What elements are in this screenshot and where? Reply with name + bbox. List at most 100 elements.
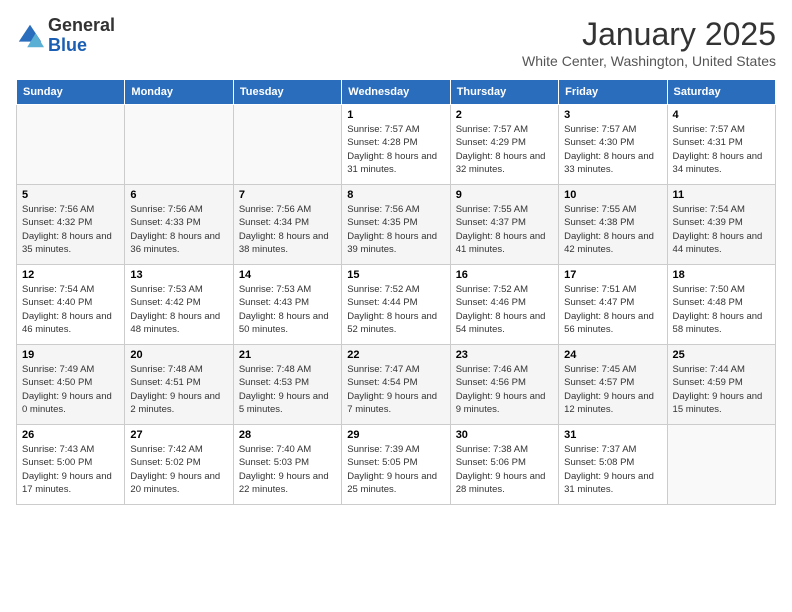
day-info: Sunrise: 7:49 AM Sunset: 4:50 PM Dayligh…: [22, 363, 119, 416]
day-info: Sunrise: 7:52 AM Sunset: 4:46 PM Dayligh…: [456, 283, 553, 336]
day-info: Sunrise: 7:57 AM Sunset: 4:29 PM Dayligh…: [456, 123, 553, 176]
day-info: Sunrise: 7:40 AM Sunset: 5:03 PM Dayligh…: [239, 443, 336, 496]
calendar-week-row: 19 Sunrise: 7:49 AM Sunset: 4:50 PM Dayli…: [17, 345, 776, 425]
day-number: 7: [239, 189, 336, 201]
day-info: Sunrise: 7:50 AM Sunset: 4:48 PM Dayligh…: [673, 283, 770, 336]
day-number: 27: [130, 429, 227, 441]
calendar-cell: 9 Sunrise: 7:55 AM Sunset: 4:37 PM Daylig…: [450, 185, 558, 265]
calendar-cell: 14 Sunrise: 7:53 AM Sunset: 4:43 PM Dayli…: [233, 265, 341, 345]
calendar-cell: 31 Sunrise: 7:37 AM Sunset: 5:08 PM Dayli…: [559, 425, 667, 505]
calendar-cell: 6Sunrise: 7:56 AM Sunset: 4:33 PM Daylig…: [125, 185, 233, 265]
calendar-cell: 22 Sunrise: 7:47 AM Sunset: 4:54 PM Dayli…: [342, 345, 450, 425]
calendar-cell: [667, 425, 775, 505]
day-number: 15: [347, 269, 444, 281]
calendar-cell: 29 Sunrise: 7:39 AM Sunset: 5:05 PM Dayli…: [342, 425, 450, 505]
day-info: Sunrise: 7:43 AM Sunset: 5:00 PM Dayligh…: [22, 443, 119, 496]
day-number: 11: [673, 189, 770, 201]
day-number: 1: [347, 109, 444, 121]
calendar-cell: [233, 105, 341, 185]
weekday-header-row: SundayMondayTuesdayWednesdayThursdayFrid…: [17, 80, 776, 105]
day-number: 12: [22, 269, 119, 281]
calendar-week-row: 26 Sunrise: 7:43 AM Sunset: 5:00 PM Dayli…: [17, 425, 776, 505]
day-number: 22: [347, 349, 444, 361]
day-info: Sunrise: 7:51 AM Sunset: 4:47 PM Dayligh…: [564, 283, 661, 336]
calendar-cell: 20 Sunrise: 7:48 AM Sunset: 4:51 PM Dayli…: [125, 345, 233, 425]
calendar-cell: 19 Sunrise: 7:49 AM Sunset: 4:50 PM Dayli…: [17, 345, 125, 425]
calendar-cell: [125, 105, 233, 185]
weekday-header: Saturday: [667, 80, 775, 105]
day-info: Sunrise: 7:48 AM Sunset: 4:51 PM Dayligh…: [130, 363, 227, 416]
calendar-table: SundayMondayTuesdayWednesdayThursdayFrid…: [16, 79, 776, 505]
calendar-cell: 18 Sunrise: 7:50 AM Sunset: 4:48 PM Dayli…: [667, 265, 775, 345]
day-info: Sunrise: 7:52 AM Sunset: 4:44 PM Dayligh…: [347, 283, 444, 336]
day-info: Sunrise: 7:55 AM Sunset: 4:37 PM Dayligh…: [456, 203, 553, 256]
page-header: General Blue January 2025 White Center, …: [16, 16, 776, 69]
day-info: Sunrise: 7:53 AM Sunset: 4:43 PM Dayligh…: [239, 283, 336, 336]
logo: General Blue: [16, 16, 115, 56]
day-number: 29: [347, 429, 444, 441]
calendar-week-row: 1Sunrise: 7:57 AM Sunset: 4:28 PM Daylig…: [17, 105, 776, 185]
day-info: Sunrise: 7:55 AM Sunset: 4:38 PM Dayligh…: [564, 203, 661, 256]
day-number: 30: [456, 429, 553, 441]
calendar-cell: 13Sunrise: 7:53 AM Sunset: 4:42 PM Dayli…: [125, 265, 233, 345]
day-info: Sunrise: 7:56 AM Sunset: 4:35 PM Dayligh…: [347, 203, 444, 256]
calendar-cell: 21 Sunrise: 7:48 AM Sunset: 4:53 PM Dayli…: [233, 345, 341, 425]
calendar-cell: 10 Sunrise: 7:55 AM Sunset: 4:38 PM Dayli…: [559, 185, 667, 265]
day-number: 17: [564, 269, 661, 281]
day-number: 26: [22, 429, 119, 441]
calendar-cell: 11 Sunrise: 7:54 AM Sunset: 4:39 PM Dayli…: [667, 185, 775, 265]
day-number: 19: [22, 349, 119, 361]
day-number: 9: [456, 189, 553, 201]
calendar-cell: 23Sunrise: 7:46 AM Sunset: 4:56 PM Dayli…: [450, 345, 558, 425]
calendar-cell: 30 Sunrise: 7:38 AM Sunset: 5:06 PM Dayli…: [450, 425, 558, 505]
day-info: Sunrise: 7:56 AM Sunset: 4:32 PM Dayligh…: [22, 203, 119, 256]
day-info: Sunrise: 7:56 AM Sunset: 4:34 PM Dayligh…: [239, 203, 336, 256]
calendar-cell: 3Sunrise: 7:57 AM Sunset: 4:30 PM Daylig…: [559, 105, 667, 185]
location-text: White Center, Washington, United States: [522, 53, 776, 69]
day-info: Sunrise: 7:47 AM Sunset: 4:54 PM Dayligh…: [347, 363, 444, 416]
day-info: Sunrise: 7:44 AM Sunset: 4:59 PM Dayligh…: [673, 363, 770, 416]
weekday-header: Monday: [125, 80, 233, 105]
day-number: 21: [239, 349, 336, 361]
day-info: Sunrise: 7:46 AM Sunset: 4:56 PM Dayligh…: [456, 363, 553, 416]
day-number: 20: [130, 349, 227, 361]
calendar-cell: 2Sunrise: 7:57 AM Sunset: 4:29 PM Daylig…: [450, 105, 558, 185]
day-info: Sunrise: 7:39 AM Sunset: 5:05 PM Dayligh…: [347, 443, 444, 496]
day-info: Sunrise: 7:42 AM Sunset: 5:02 PM Dayligh…: [130, 443, 227, 496]
day-info: Sunrise: 7:48 AM Sunset: 4:53 PM Dayligh…: [239, 363, 336, 416]
calendar-cell: 8 Sunrise: 7:56 AM Sunset: 4:35 PM Daylig…: [342, 185, 450, 265]
calendar-cell: 26 Sunrise: 7:43 AM Sunset: 5:00 PM Dayli…: [17, 425, 125, 505]
calendar-cell: 25Sunrise: 7:44 AM Sunset: 4:59 PM Dayli…: [667, 345, 775, 425]
day-number: 13: [130, 269, 227, 281]
weekday-header: Wednesday: [342, 80, 450, 105]
day-info: Sunrise: 7:45 AM Sunset: 4:57 PM Dayligh…: [564, 363, 661, 416]
day-info: Sunrise: 7:54 AM Sunset: 4:39 PM Dayligh…: [673, 203, 770, 256]
day-number: 10: [564, 189, 661, 201]
day-info: Sunrise: 7:57 AM Sunset: 4:31 PM Dayligh…: [673, 123, 770, 176]
day-info: Sunrise: 7:37 AM Sunset: 5:08 PM Dayligh…: [564, 443, 661, 496]
day-number: 24: [564, 349, 661, 361]
weekday-header: Tuesday: [233, 80, 341, 105]
title-block: January 2025 White Center, Washington, U…: [522, 16, 776, 69]
day-number: 3: [564, 109, 661, 121]
day-number: 8: [347, 189, 444, 201]
calendar-cell: [17, 105, 125, 185]
calendar-cell: 24 Sunrise: 7:45 AM Sunset: 4:57 PM Dayli…: [559, 345, 667, 425]
day-info: Sunrise: 7:38 AM Sunset: 5:06 PM Dayligh…: [456, 443, 553, 496]
calendar-week-row: 12Sunrise: 7:54 AM Sunset: 4:40 PM Dayli…: [17, 265, 776, 345]
day-number: 18: [673, 269, 770, 281]
calendar-cell: 16Sunrise: 7:52 AM Sunset: 4:46 PM Dayli…: [450, 265, 558, 345]
day-number: 6: [130, 189, 227, 201]
calendar-cell: 7 Sunrise: 7:56 AM Sunset: 4:34 PM Daylig…: [233, 185, 341, 265]
day-number: 14: [239, 269, 336, 281]
calendar-cell: 27 Sunrise: 7:42 AM Sunset: 5:02 PM Dayli…: [125, 425, 233, 505]
calendar-cell: 17 Sunrise: 7:51 AM Sunset: 4:47 PM Dayli…: [559, 265, 667, 345]
month-title: January 2025: [522, 16, 776, 53]
logo-blue-text: Blue: [48, 35, 87, 55]
weekday-header: Thursday: [450, 80, 558, 105]
calendar-week-row: 5Sunrise: 7:56 AM Sunset: 4:32 PM Daylig…: [17, 185, 776, 265]
calendar-cell: 5Sunrise: 7:56 AM Sunset: 4:32 PM Daylig…: [17, 185, 125, 265]
weekday-header: Friday: [559, 80, 667, 105]
day-number: 31: [564, 429, 661, 441]
calendar-cell: 12Sunrise: 7:54 AM Sunset: 4:40 PM Dayli…: [17, 265, 125, 345]
